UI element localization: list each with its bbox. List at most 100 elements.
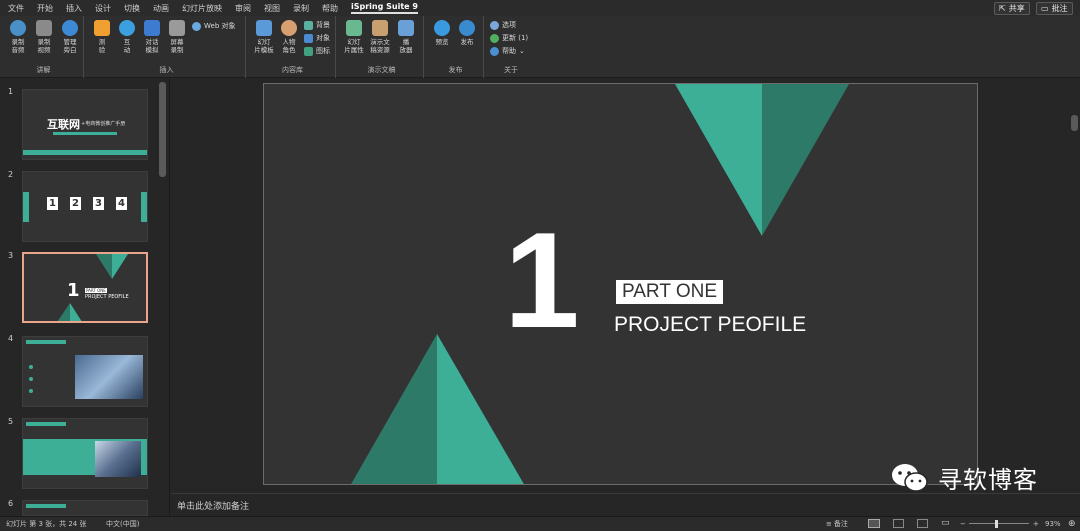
- update-button[interactable]: 更新 (1): [490, 33, 528, 43]
- menu-slideshow[interactable]: 幻灯片放映: [182, 3, 222, 14]
- presentation-resources-button[interactable]: 演示文 稿资源: [368, 20, 392, 54]
- thumb-right-band: [141, 192, 147, 222]
- publish-globe-icon: [459, 20, 475, 36]
- player-icon: [398, 20, 414, 36]
- group-label-narration: 讲解: [36, 66, 51, 74]
- bottom-triangle-right: [437, 334, 524, 484]
- zoom-slider-track[interactable]: [969, 523, 1029, 524]
- zoom-in-button[interactable]: +: [1033, 520, 1039, 528]
- thumb-bottom-band: [23, 150, 147, 155]
- menu-ispring[interactable]: iSpring Suite 9: [351, 2, 418, 14]
- slide-thumbnail-6[interactable]: [22, 500, 148, 516]
- menu-transitions[interactable]: 切换: [124, 3, 140, 14]
- manage-narration-button[interactable]: 管理 旁白: [58, 20, 82, 54]
- slide-sorter-icon[interactable]: [893, 519, 904, 528]
- screen-record-button[interactable]: 屏幕 录制: [165, 20, 189, 54]
- menu-help[interactable]: 帮助: [322, 3, 338, 14]
- slide-thumbnail-4[interactable]: [22, 336, 148, 407]
- thumb-number: 4: [8, 334, 14, 343]
- thumb-number: 2: [8, 170, 14, 179]
- preview-button[interactable]: 预览: [430, 20, 454, 46]
- group-insert: 测 验 互 动 对话 模拟 屏幕 录制 Web 对象 插入: [88, 16, 246, 78]
- menu-file[interactable]: 文件: [8, 3, 24, 14]
- comment-icon: ▭: [1041, 4, 1049, 13]
- section-title[interactable]: PROJECT PEOFILE: [614, 313, 806, 337]
- menu-review[interactable]: 审阅: [235, 3, 251, 14]
- camera-icon: [36, 20, 52, 36]
- zoom-level[interactable]: 93%: [1045, 520, 1061, 528]
- reading-view-icon[interactable]: [917, 519, 928, 528]
- zoom-out-button[interactable]: −: [960, 520, 966, 528]
- bullet-icon: [29, 389, 33, 393]
- thumb-number: 1: [8, 87, 14, 96]
- normal-view-icon[interactable]: [868, 519, 880, 528]
- group-narration: 录制 音频 录制 视频 管理 旁白 讲解: [4, 16, 84, 78]
- interaction-button[interactable]: 互 动: [115, 20, 139, 54]
- slide-properties-button[interactable]: 幻灯 片属性: [342, 20, 366, 54]
- background-icon: [304, 20, 313, 30]
- backgrounds-button[interactable]: 背景: [304, 20, 330, 30]
- part-label[interactable]: PART ONE: [616, 280, 724, 304]
- menu-design[interactable]: 设计: [95, 3, 111, 14]
- thumbnail-scrollbar[interactable]: [159, 82, 166, 177]
- slide-thumbnail-2[interactable]: 1 2 3 4: [22, 171, 148, 242]
- bullet-icon: [29, 377, 33, 381]
- slide-thumbnail-5[interactable]: [22, 418, 148, 489]
- icons-button[interactable]: 图标: [304, 46, 330, 56]
- thumb-header-bar: [26, 504, 66, 508]
- slide-template-button[interactable]: 幻灯 片模板: [252, 20, 276, 54]
- comments-button[interactable]: ▭ 批注: [1036, 2, 1073, 15]
- group-label-insert: 插入: [159, 66, 174, 74]
- record-video-button[interactable]: 录制 视频: [32, 20, 56, 54]
- character-icon: [281, 20, 297, 36]
- watermark-text: 寻软博客: [938, 466, 1038, 494]
- help-button[interactable]: 帮助 ⌄: [490, 46, 525, 56]
- wechat-icon: [892, 463, 928, 492]
- slide-counter: 幻灯片 第 3 张，共 24 张: [6, 520, 87, 528]
- slide-thumbnail-1[interactable]: 互联网 +电商微创推广手册: [22, 89, 148, 160]
- thumb-photo: [95, 441, 141, 477]
- record-audio-button[interactable]: 录制 音频: [6, 20, 30, 54]
- thumb-box: 1: [47, 197, 58, 210]
- dialog-icon: [144, 20, 160, 36]
- options-button[interactable]: 选项: [490, 20, 516, 30]
- publish-button[interactable]: 发布: [455, 20, 479, 46]
- fit-to-window-icon[interactable]: ⊕: [1068, 519, 1076, 529]
- thumb-subtitle: +电商微创推广手册: [81, 121, 126, 127]
- notes-pane[interactable]: 单击此处添加备注: [171, 493, 1080, 516]
- group-presentation: 幻灯 片属性 演示文 稿资源 播 放器 演示文稿: [340, 16, 424, 78]
- top-triangle-left: [675, 84, 762, 236]
- objects-button[interactable]: 对象: [304, 33, 330, 43]
- characters-button[interactable]: 人物 角色: [277, 20, 301, 54]
- menu-view[interactable]: 视图: [264, 3, 280, 14]
- zoom-slider-thumb[interactable]: [995, 520, 998, 528]
- quiz-button[interactable]: 测 验: [90, 20, 114, 54]
- globe-icon: [192, 21, 201, 31]
- editor-scrollbar[interactable]: [1071, 115, 1078, 131]
- language-indicator[interactable]: 中文(中国): [106, 519, 139, 529]
- bottom-triangle-left: [351, 334, 437, 484]
- menu-animations[interactable]: 动画: [153, 3, 169, 14]
- group-label-presentation: 演示文稿: [367, 66, 396, 74]
- share-button[interactable]: ⇱ 共享: [994, 2, 1030, 15]
- slideshow-icon[interactable]: ▭: [941, 518, 950, 528]
- section-number[interactable]: 1: [504, 212, 580, 348]
- chevron-down-icon: ⌄: [519, 47, 525, 55]
- notes-toggle-button[interactable]: ≡ 备注: [826, 519, 848, 529]
- slide-thumbnail-3[interactable]: 1 PART ONE PROJECT PEOFILE: [22, 252, 148, 323]
- menu-insert[interactable]: 插入: [66, 3, 82, 14]
- player-button[interactable]: 播 放器: [394, 20, 418, 54]
- quiz-icon: [94, 20, 110, 36]
- interaction-icon: [119, 20, 135, 36]
- dialog-sim-button[interactable]: 对话 模拟: [140, 20, 164, 54]
- thumb-photo: [75, 355, 143, 399]
- menu-record[interactable]: 录制: [293, 3, 309, 14]
- thumb-accent-bar: [53, 132, 117, 135]
- thumb-left-band: [23, 192, 29, 222]
- menu-home[interactable]: 开始: [37, 3, 53, 14]
- web-object-button[interactable]: Web 对象: [192, 21, 236, 31]
- thumb-number: 3: [8, 251, 14, 260]
- group-label-about: 关于: [504, 66, 518, 74]
- group-about: 选项 更新 (1) 帮助 ⌄ 关于: [488, 16, 534, 78]
- slide-canvas[interactable]: 1 PART ONE PROJECT PEOFILE: [263, 83, 978, 485]
